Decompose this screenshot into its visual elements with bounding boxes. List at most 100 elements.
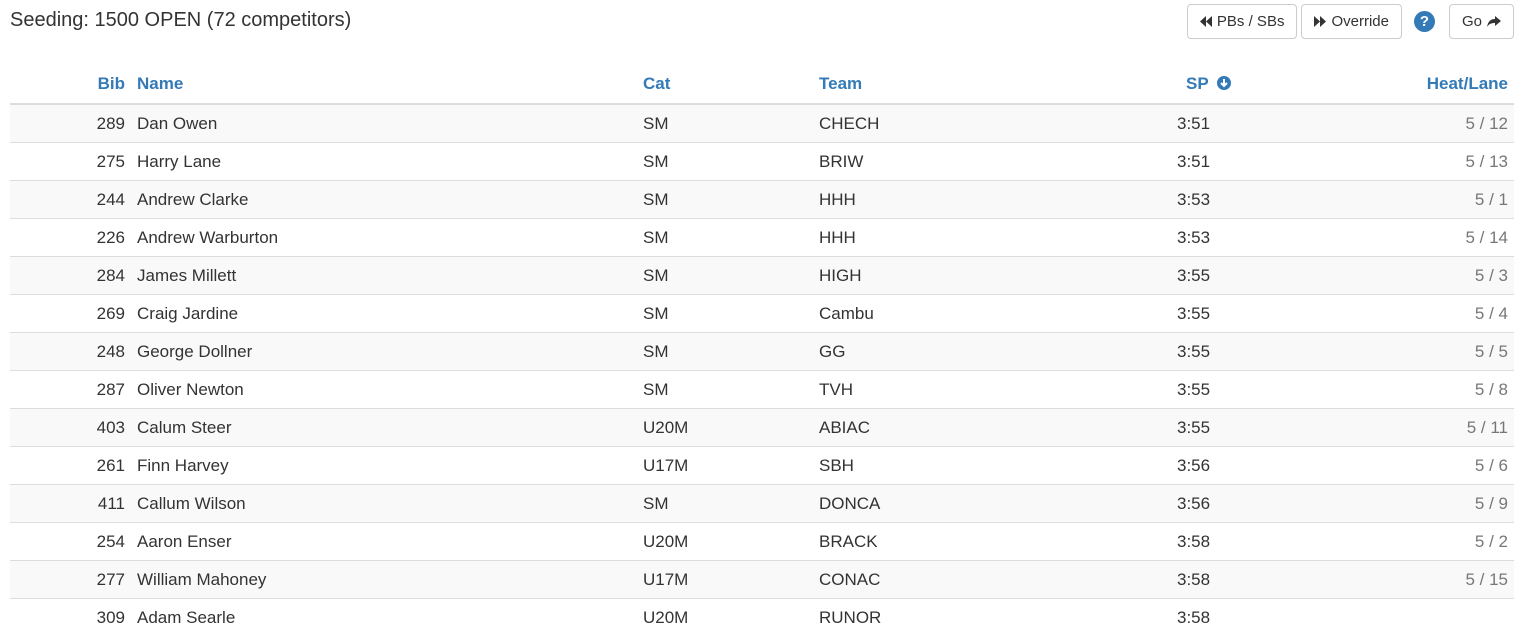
heat-lane-cell: 5 / 5 [1266, 332, 1514, 371]
cat-cell: U17M [637, 446, 813, 485]
bib-cell: 287 [10, 370, 131, 409]
name-cell: Andrew Clarke [131, 180, 637, 219]
sort-down-icon [1217, 76, 1232, 90]
sp-cell: 3:51 [1167, 142, 1266, 181]
sp-cell: 3:58 [1167, 598, 1266, 636]
bib-cell: 254 [10, 522, 131, 561]
seeding-table: Bib Name Cat Team SP Heat/Lane 289 Dan Ow… [10, 65, 1514, 636]
share-arrow-icon [1487, 15, 1501, 28]
go-button[interactable]: Go [1448, 4, 1514, 39]
column-header-sp-label: SP [1186, 74, 1209, 93]
team-cell: BRACK [813, 522, 1167, 561]
team-cell: ABIAC [813, 408, 1167, 447]
name-cell: Calum Steer [131, 408, 637, 447]
team-cell: Cambu [813, 294, 1167, 333]
name-cell: Oliver Newton [131, 370, 637, 409]
column-header-team[interactable]: Team [813, 65, 1167, 105]
cat-cell: SM [637, 180, 813, 219]
team-cell: HHH [813, 218, 1167, 257]
bib-cell: 284 [10, 256, 131, 295]
name-cell: Aaron Enser [131, 522, 637, 561]
sp-cell: 3:56 [1167, 484, 1266, 523]
column-header-heat-lane[interactable]: Heat/Lane [1266, 65, 1514, 105]
sp-cell: 3:53 [1167, 180, 1266, 219]
name-cell: Finn Harvey [131, 446, 637, 485]
heat-lane-cell: 5 / 11 [1266, 408, 1514, 447]
column-header-name[interactable]: Name [131, 65, 637, 105]
table-row[interactable]: 277 William Mahoney U17M CONAC 3:58 5 / 15 [10, 560, 1514, 599]
heat-lane-cell: 5 / 13 [1266, 142, 1514, 181]
team-cell: HIGH [813, 256, 1167, 295]
table-row[interactable]: 269 Craig Jardine SM Cambu 3:55 5 / 4 [10, 294, 1514, 333]
heat-lane-cell: 5 / 15 [1266, 560, 1514, 599]
cat-cell: SM [637, 142, 813, 181]
override-button[interactable]: Override [1301, 4, 1402, 39]
team-cell: CONAC [813, 560, 1167, 599]
heat-lane-cell: 5 / 6 [1266, 446, 1514, 485]
heat-lane-cell: 5 / 4 [1266, 294, 1514, 333]
fast-forward-icon [1314, 16, 1327, 27]
column-header-bib[interactable]: Bib [10, 65, 131, 105]
bib-cell: 289 [10, 103, 131, 143]
name-cell: Adam Searle [131, 598, 637, 636]
bib-cell: 275 [10, 142, 131, 181]
team-cell: GG [813, 332, 1167, 371]
sp-cell: 3:55 [1167, 332, 1266, 371]
table-header-row: Bib Name Cat Team SP Heat/Lane [10, 65, 1514, 105]
table-row[interactable]: 275 Harry Lane SM BRIW 3:51 5 / 13 [10, 142, 1514, 181]
team-cell: BRIW [813, 142, 1167, 181]
table-row[interactable]: 284 James Millett SM HIGH 3:55 5 / 3 [10, 256, 1514, 295]
table-row[interactable]: 411 Callum Wilson SM DONCA 3:56 5 / 9 [10, 484, 1514, 523]
name-cell: James Millett [131, 256, 637, 295]
bib-cell: 261 [10, 446, 131, 485]
sp-cell: 3:55 [1167, 370, 1266, 409]
table-row[interactable]: 403 Calum Steer U20M ABIAC 3:55 5 / 11 [10, 408, 1514, 447]
toolbar: PBs / SBs Override ? Go [1183, 4, 1514, 39]
cat-cell: SM [637, 370, 813, 409]
table-row[interactable]: 248 George Dollner SM GG 3:55 5 / 5 [10, 332, 1514, 371]
cat-cell: SM [637, 332, 813, 371]
sp-cell: 3:55 [1167, 256, 1266, 295]
table-row[interactable]: 287 Oliver Newton SM TVH 3:55 5 / 8 [10, 370, 1514, 409]
bib-cell: 403 [10, 408, 131, 447]
help-icon[interactable]: ? [1413, 11, 1435, 32]
name-cell: Andrew Warburton [131, 218, 637, 257]
bib-cell: 309 [10, 598, 131, 636]
table-row[interactable]: 254 Aaron Enser U20M BRACK 3:58 5 / 2 [10, 522, 1514, 561]
table-row[interactable]: 309 Adam Searle U20M RUNOR 3:58 [10, 598, 1514, 636]
team-cell: HHH [813, 180, 1167, 219]
name-cell: Dan Owen [131, 103, 637, 143]
fast-backward-icon [1199, 16, 1212, 27]
sp-cell: 3:53 [1167, 218, 1266, 257]
heat-lane-cell: 5 / 3 [1266, 256, 1514, 295]
heat-lane-cell: 5 / 8 [1266, 370, 1514, 409]
cat-cell: SM [637, 256, 813, 295]
heat-lane-cell [1266, 598, 1514, 636]
cat-cell: SM [637, 103, 813, 143]
heat-lane-cell: 5 / 14 [1266, 218, 1514, 257]
cat-cell: U20M [637, 408, 813, 447]
column-header-cat[interactable]: Cat [637, 65, 813, 105]
bib-cell: 226 [10, 218, 131, 257]
name-cell: Craig Jardine [131, 294, 637, 333]
pbs-sbs-button[interactable]: PBs / SBs [1186, 4, 1298, 39]
sp-cell: 3:58 [1167, 560, 1266, 599]
column-header-sp[interactable]: SP [1167, 65, 1266, 105]
cat-cell: SM [637, 294, 813, 333]
team-cell: TVH [813, 370, 1167, 409]
table-row[interactable]: 244 Andrew Clarke SM HHH 3:53 5 / 1 [10, 180, 1514, 219]
bib-cell: 244 [10, 180, 131, 219]
sp-cell: 3:51 [1167, 103, 1266, 143]
cat-cell: SM [637, 484, 813, 523]
heat-lane-cell: 5 / 12 [1266, 103, 1514, 143]
bib-cell: 411 [10, 484, 131, 523]
team-cell: CHECH [813, 103, 1167, 143]
bib-cell: 269 [10, 294, 131, 333]
table-row[interactable]: 261 Finn Harvey U17M SBH 3:56 5 / 6 [10, 446, 1514, 485]
sp-cell: 3:55 [1167, 294, 1266, 333]
table-row[interactable]: 226 Andrew Warburton SM HHH 3:53 5 / 14 [10, 218, 1514, 257]
cat-cell: U17M [637, 560, 813, 599]
table-row[interactable]: 289 Dan Owen SM CHECH 3:51 5 / 12 [10, 103, 1514, 143]
heat-lane-cell: 5 / 2 [1266, 522, 1514, 561]
heat-lane-cell: 5 / 1 [1266, 180, 1514, 219]
